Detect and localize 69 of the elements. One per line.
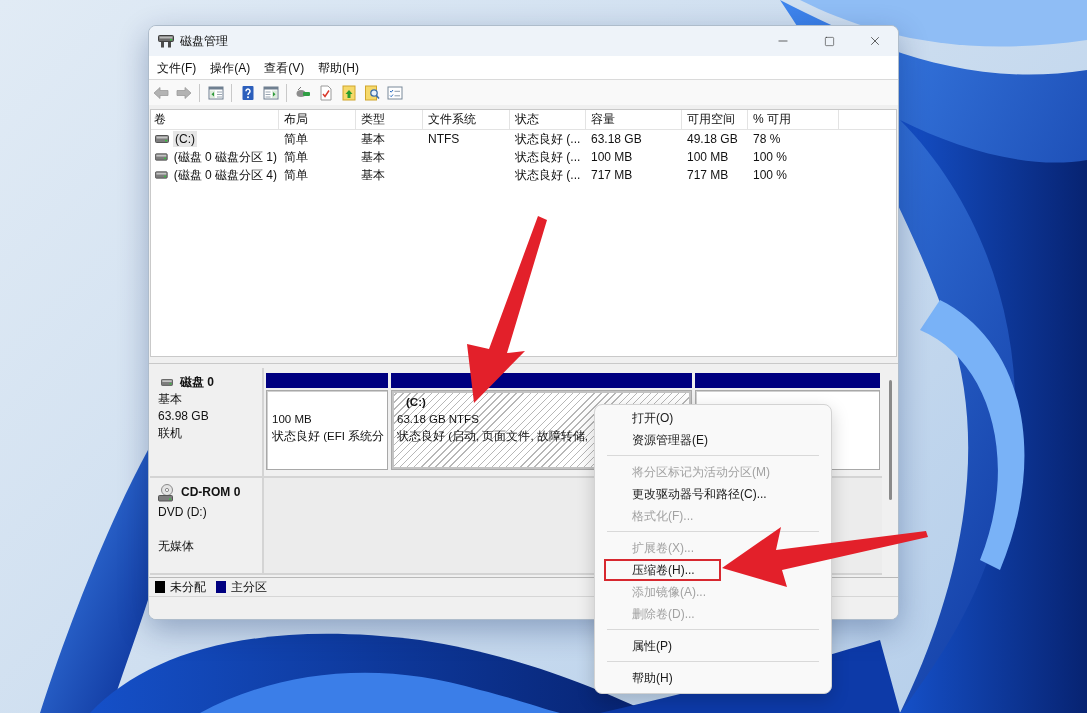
drive-icon	[155, 153, 168, 161]
folder-search-icon[interactable]	[363, 84, 380, 101]
table-cell-text: NTFS	[427, 131, 461, 147]
table-cell-text: 简单	[283, 167, 309, 183]
volume-name[interactable]: (C:)	[173, 131, 197, 147]
volume-name[interactable]: (磁盘 0 磁盘分区 1)	[171, 149, 279, 165]
cd-drive-icon	[158, 483, 174, 502]
drive-icon	[155, 135, 169, 143]
partition-size: 100 MB	[272, 412, 312, 427]
table-cell-text: 100 %	[752, 167, 789, 183]
table-cell-text: 简单	[283, 149, 309, 165]
table-cell-text: 100 MB	[590, 149, 634, 165]
partition-status: 状态良好 (启动, 页面文件, 故障转储,	[397, 429, 588, 444]
drive-icon	[161, 379, 173, 386]
close-icon	[868, 34, 882, 48]
partition-body[interactable]: 100 MB 状态良好 (EFI 系统分	[266, 390, 388, 470]
table-cell-text: 状态良好 (...	[514, 131, 582, 147]
table-cell-text: 基本	[360, 167, 386, 183]
table-cell-text: 717 MB	[686, 167, 730, 183]
menu-item[interactable]: 属性(P)	[599, 635, 676, 657]
window-panes-icon[interactable]	[207, 84, 224, 101]
table-cell-text: 78 %	[752, 131, 782, 147]
disk-type: DVD (D:)	[158, 504, 207, 521]
disk-name: CD-ROM 0	[181, 484, 241, 501]
table-cell-text: 717 MB	[590, 167, 634, 183]
table-cell-text: 100 %	[752, 149, 789, 165]
menu-item[interactable]: 帮助(H)	[599, 667, 677, 689]
menu-bar-item[interactable]: 操作(A)	[203, 57, 258, 78]
column-header[interactable]: 容量	[586, 110, 682, 129]
legend-label: 主分区	[231, 579, 267, 595]
table-cell-text: 基本	[360, 149, 386, 165]
disk-status: 无媒体	[158, 538, 194, 555]
table-cell-text: 状态良好 (...	[514, 149, 582, 165]
menu-item[interactable]: 压缩卷(H)...	[599, 559, 723, 581]
menu-item[interactable]: 更改驱动器号和路径(C)...	[599, 483, 771, 505]
drive-icon	[155, 171, 168, 179]
menu-bar-item[interactable]: 帮助(H)	[311, 57, 366, 78]
disk-type: 基本	[158, 391, 182, 408]
table-cell-text: 49.18 GB	[686, 131, 739, 147]
table-cell-text: 100 MB	[686, 149, 730, 165]
checklist-icon[interactable]	[386, 84, 403, 101]
menu-item[interactable]: 打开(O)	[599, 407, 678, 429]
partition-size: 63.18 GB NTFS	[397, 412, 479, 427]
column-header[interactable]: 卷	[151, 110, 279, 129]
window-title: 磁盘管理	[180, 32, 229, 50]
disk-name: 磁盘 0	[180, 374, 214, 391]
column-header[interactable]: 可用空间	[682, 110, 748, 129]
disk-size: 63.98 GB	[158, 408, 209, 425]
column-header[interactable]: 状态	[510, 110, 586, 129]
table-cell-text: 基本	[360, 131, 386, 147]
column-header[interactable]: % 可用	[748, 110, 839, 129]
scrollbar-thumb[interactable]	[888, 380, 892, 500]
window-panes-icon[interactable]	[262, 84, 279, 101]
checked-document-icon[interactable]	[317, 84, 334, 101]
partition-status: 状态良好 (EFI 系统分	[272, 429, 385, 444]
column-header[interactable]: 类型	[356, 110, 423, 129]
table-cell-text: 简单	[283, 131, 309, 147]
drive-icon	[158, 34, 174, 48]
table-cell-text: 63.18 GB	[590, 131, 643, 147]
volume-name[interactable]: (磁盘 0 磁盘分区 4)	[171, 167, 279, 183]
legend-label: 未分配	[170, 579, 206, 595]
disk-status: 联机	[158, 425, 182, 442]
menu-bar-item[interactable]: 查看(V)	[257, 57, 312, 78]
column-header[interactable]: 文件系统	[423, 110, 510, 129]
maximize-icon	[823, 35, 835, 47]
partition-label: (C:)	[405, 395, 426, 410]
menu-bar-item[interactable]: 文件(F)	[150, 57, 204, 78]
table-cell-text: 状态良好 (...	[514, 167, 582, 183]
column-header[interactable]: 布局	[279, 110, 356, 129]
